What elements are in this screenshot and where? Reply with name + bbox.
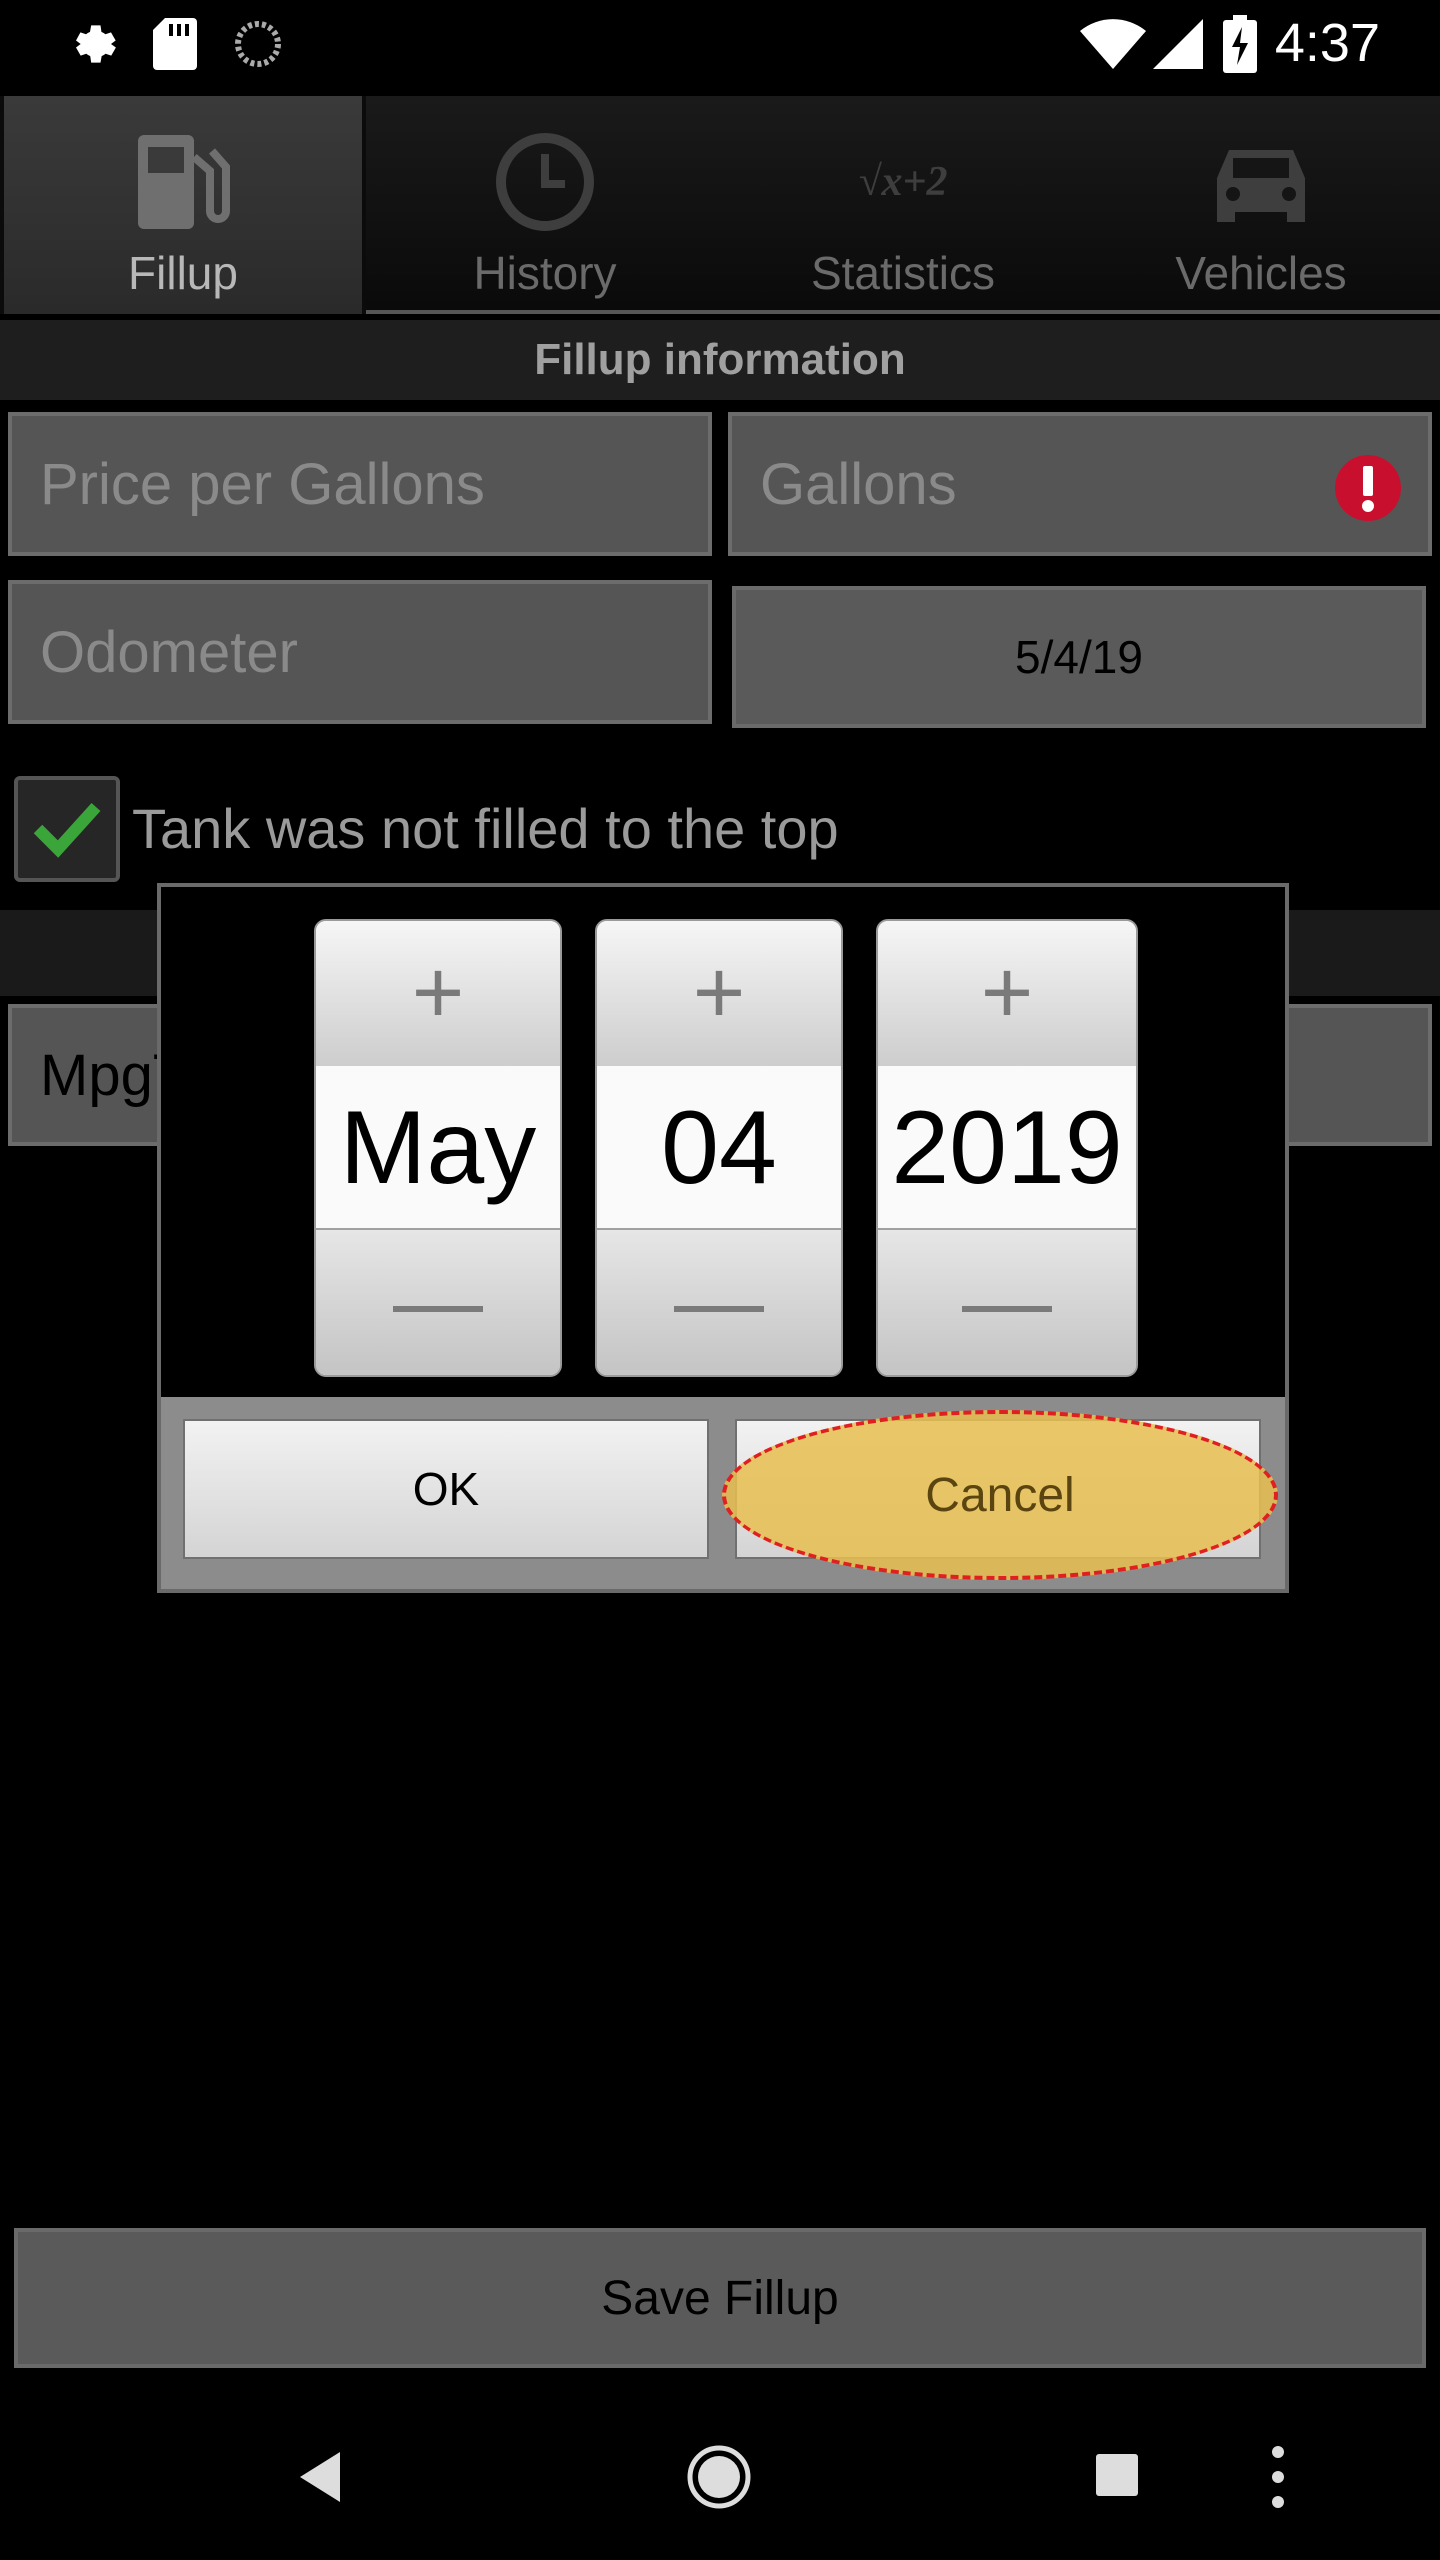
back-icon[interactable] bbox=[296, 2450, 346, 2509]
status-bar: 4:37 bbox=[0, 0, 1440, 90]
odometer-field[interactable]: Odometer bbox=[8, 580, 712, 724]
month-value[interactable]: May bbox=[316, 1066, 560, 1230]
plus-icon: + bbox=[411, 943, 465, 1043]
navigation-bar bbox=[0, 2400, 1440, 2560]
year-picker: + 2019 — bbox=[876, 919, 1138, 1377]
clock-time: 4:37 bbox=[1274, 13, 1380, 73]
month-increment-button[interactable]: + bbox=[316, 921, 560, 1068]
fuel-pump-icon bbox=[4, 122, 362, 242]
tab-bar: Fillup History √x+2 Statistics Vehicles bbox=[0, 96, 1440, 314]
ok-button[interactable]: OK bbox=[183, 1419, 709, 1559]
minus-icon: — bbox=[393, 1252, 483, 1352]
day-decrement-button[interactable]: — bbox=[597, 1228, 841, 1375]
minus-icon: — bbox=[962, 1252, 1052, 1352]
plus-icon: + bbox=[980, 943, 1034, 1043]
save-fillup-button[interactable]: Save Fillup bbox=[14, 2228, 1426, 2368]
minus-icon: — bbox=[674, 1252, 764, 1352]
field-placeholder: Gallons bbox=[760, 451, 957, 517]
car-icon bbox=[1082, 122, 1440, 242]
tank-not-full-checkbox[interactable] bbox=[14, 776, 120, 882]
day-picker: + 04 — bbox=[595, 919, 843, 1377]
price-per-gallon-field[interactable]: Price per Gallons bbox=[8, 412, 712, 556]
day-value[interactable]: 04 bbox=[597, 1066, 841, 1230]
sd-card-icon bbox=[145, 14, 205, 74]
gear-icon bbox=[60, 14, 120, 74]
day-increment-button[interactable]: + bbox=[597, 921, 841, 1068]
date-value: 5/4/19 bbox=[1015, 631, 1143, 683]
tab-label: Fillup bbox=[128, 247, 238, 299]
formula-icon: √x+2 bbox=[858, 159, 948, 205]
year-decrement-button[interactable]: — bbox=[878, 1228, 1136, 1375]
more-options-icon[interactable] bbox=[1268, 2444, 1288, 2515]
section-title: Fillup information bbox=[0, 320, 1440, 400]
plus-icon: + bbox=[692, 943, 746, 1043]
tab-label: History bbox=[473, 247, 617, 299]
tab-label: Statistics bbox=[810, 247, 996, 299]
month-decrement-button[interactable]: — bbox=[316, 1228, 560, 1375]
tab-statistics[interactable]: √x+2 Statistics bbox=[724, 96, 1082, 314]
recents-icon[interactable] bbox=[1094, 2452, 1140, 2503]
tab-fillup[interactable]: Fillup bbox=[4, 96, 362, 314]
year-increment-button[interactable]: + bbox=[878, 921, 1136, 1068]
checkbox-label: Tank was not filled to the top bbox=[132, 797, 839, 860]
cancel-label: Cancel bbox=[925, 1468, 1075, 1522]
sync-icon bbox=[228, 14, 288, 74]
cancel-button-highlight[interactable]: Cancel bbox=[722, 1410, 1278, 1580]
tab-vehicles[interactable]: Vehicles bbox=[1082, 96, 1440, 314]
clock-icon bbox=[366, 122, 724, 242]
field-placeholder: Odometer bbox=[40, 619, 298, 685]
error-icon bbox=[1334, 454, 1402, 536]
gallons-field[interactable]: Gallons bbox=[728, 412, 1432, 556]
field-placeholder: Price per Gallons bbox=[40, 451, 485, 517]
wifi-icon bbox=[1078, 14, 1148, 74]
date-button[interactable]: 5/4/19 bbox=[732, 586, 1426, 728]
year-value[interactable]: 2019 bbox=[878, 1066, 1136, 1230]
tab-history[interactable]: History bbox=[366, 96, 724, 314]
signal-icon bbox=[1148, 14, 1208, 74]
tab-label: Vehicles bbox=[1175, 247, 1347, 299]
battery-charging-icon bbox=[1215, 14, 1265, 74]
checkmark-icon bbox=[33, 802, 101, 858]
month-picker: + May — bbox=[314, 919, 562, 1377]
home-icon[interactable] bbox=[686, 2444, 752, 2515]
